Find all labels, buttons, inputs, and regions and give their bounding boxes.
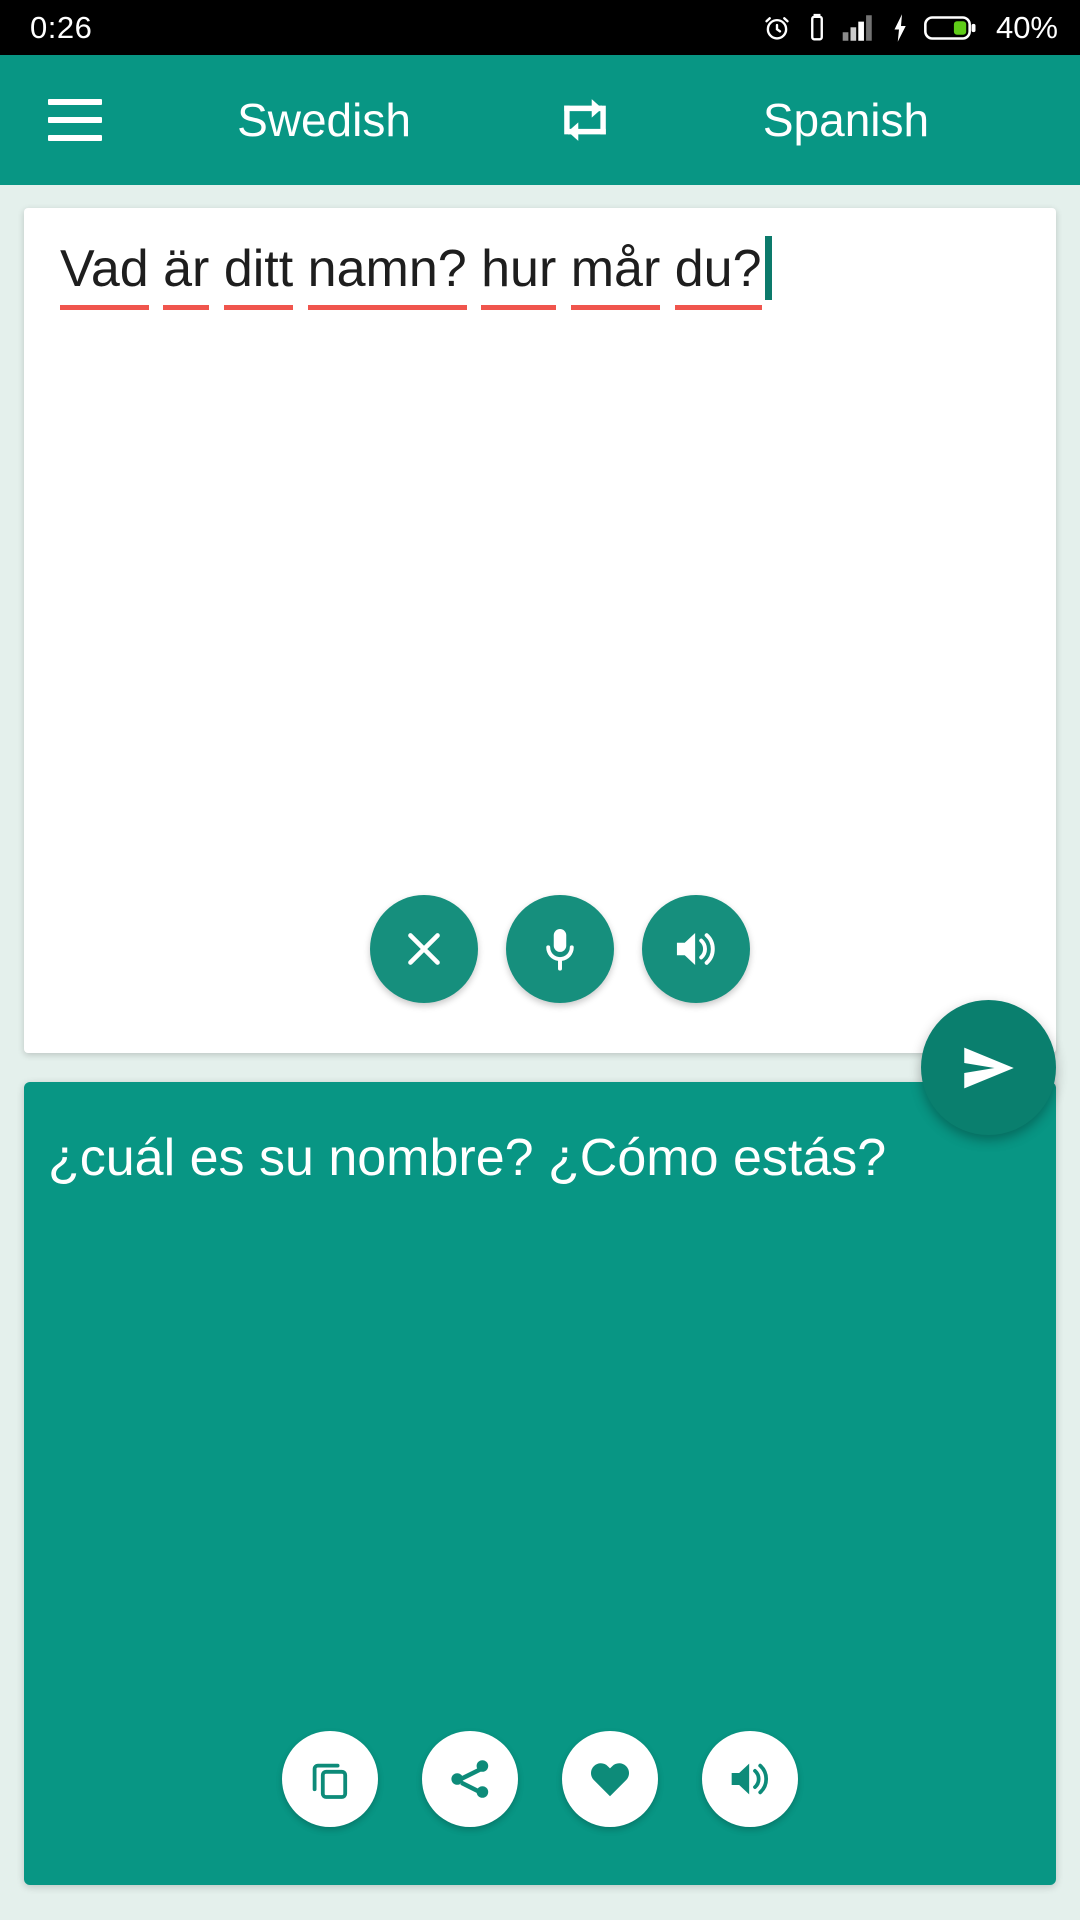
translated-text: ¿cuál es su nombre? ¿Cómo estás? [48,1129,887,1187]
microphone-icon [546,929,574,971]
swap-languages-button[interactable] [540,89,630,151]
speaker-icon [676,932,715,966]
signal-bars-icon [842,13,876,43]
clear-button[interactable] [370,895,478,1003]
source-language-selector[interactable]: Swedish [108,93,540,147]
status-icons: 40% [762,10,1058,46]
source-action-bar [24,895,1056,1003]
source-word: ditt [223,236,294,310]
close-icon [408,933,440,965]
status-time: 0:26 [30,9,93,45]
battery-percent: 40% [995,9,1058,45]
hamburger-icon-line [48,135,102,141]
source-word: hur [481,236,557,310]
charging-bolt-icon [890,13,910,43]
share-icon [451,1760,489,1798]
vibrate-icon [806,13,828,43]
hamburger-icon-line [48,99,102,105]
share-button[interactable] [422,1731,518,1827]
text-caret [764,236,772,300]
speak-target-button[interactable] [702,1731,798,1827]
speak-source-button[interactable] [642,895,750,1003]
speaker-icon [731,1763,768,1795]
copy-icon [312,1763,348,1799]
send-button[interactable] [921,1000,1056,1135]
menu-button[interactable] [32,77,118,163]
source-text-panel[interactable]: Vad är ditt namn? hur mår du? [24,208,1056,1053]
target-text-panel[interactable]: ¿cuál es su nombre? ¿Cómo estás? [24,1082,1056,1885]
mic-button[interactable] [506,895,614,1003]
alarm-clock-icon [762,13,792,43]
battery-icon [924,14,978,42]
favorite-button[interactable] [562,1731,658,1827]
status-bar: 0:26 40% [0,0,1080,55]
source-word: Vad [60,236,149,310]
source-word: är [163,236,210,310]
target-action-bar [24,1731,1056,1827]
source-word: du? [674,236,762,310]
swap-icon [564,99,606,141]
source-word: mår [570,236,661,310]
hamburger-icon-line [48,117,102,123]
app-bar: Swedish Spanish [0,55,1080,185]
source-text-input[interactable]: Vad är ditt namn? hur mår du? [60,236,1026,310]
heart-icon [590,1763,630,1797]
target-language-selector[interactable]: Spanish [630,93,1062,147]
send-icon [963,1047,1014,1088]
copy-button[interactable] [282,1731,378,1827]
source-word: namn? [307,236,467,310]
